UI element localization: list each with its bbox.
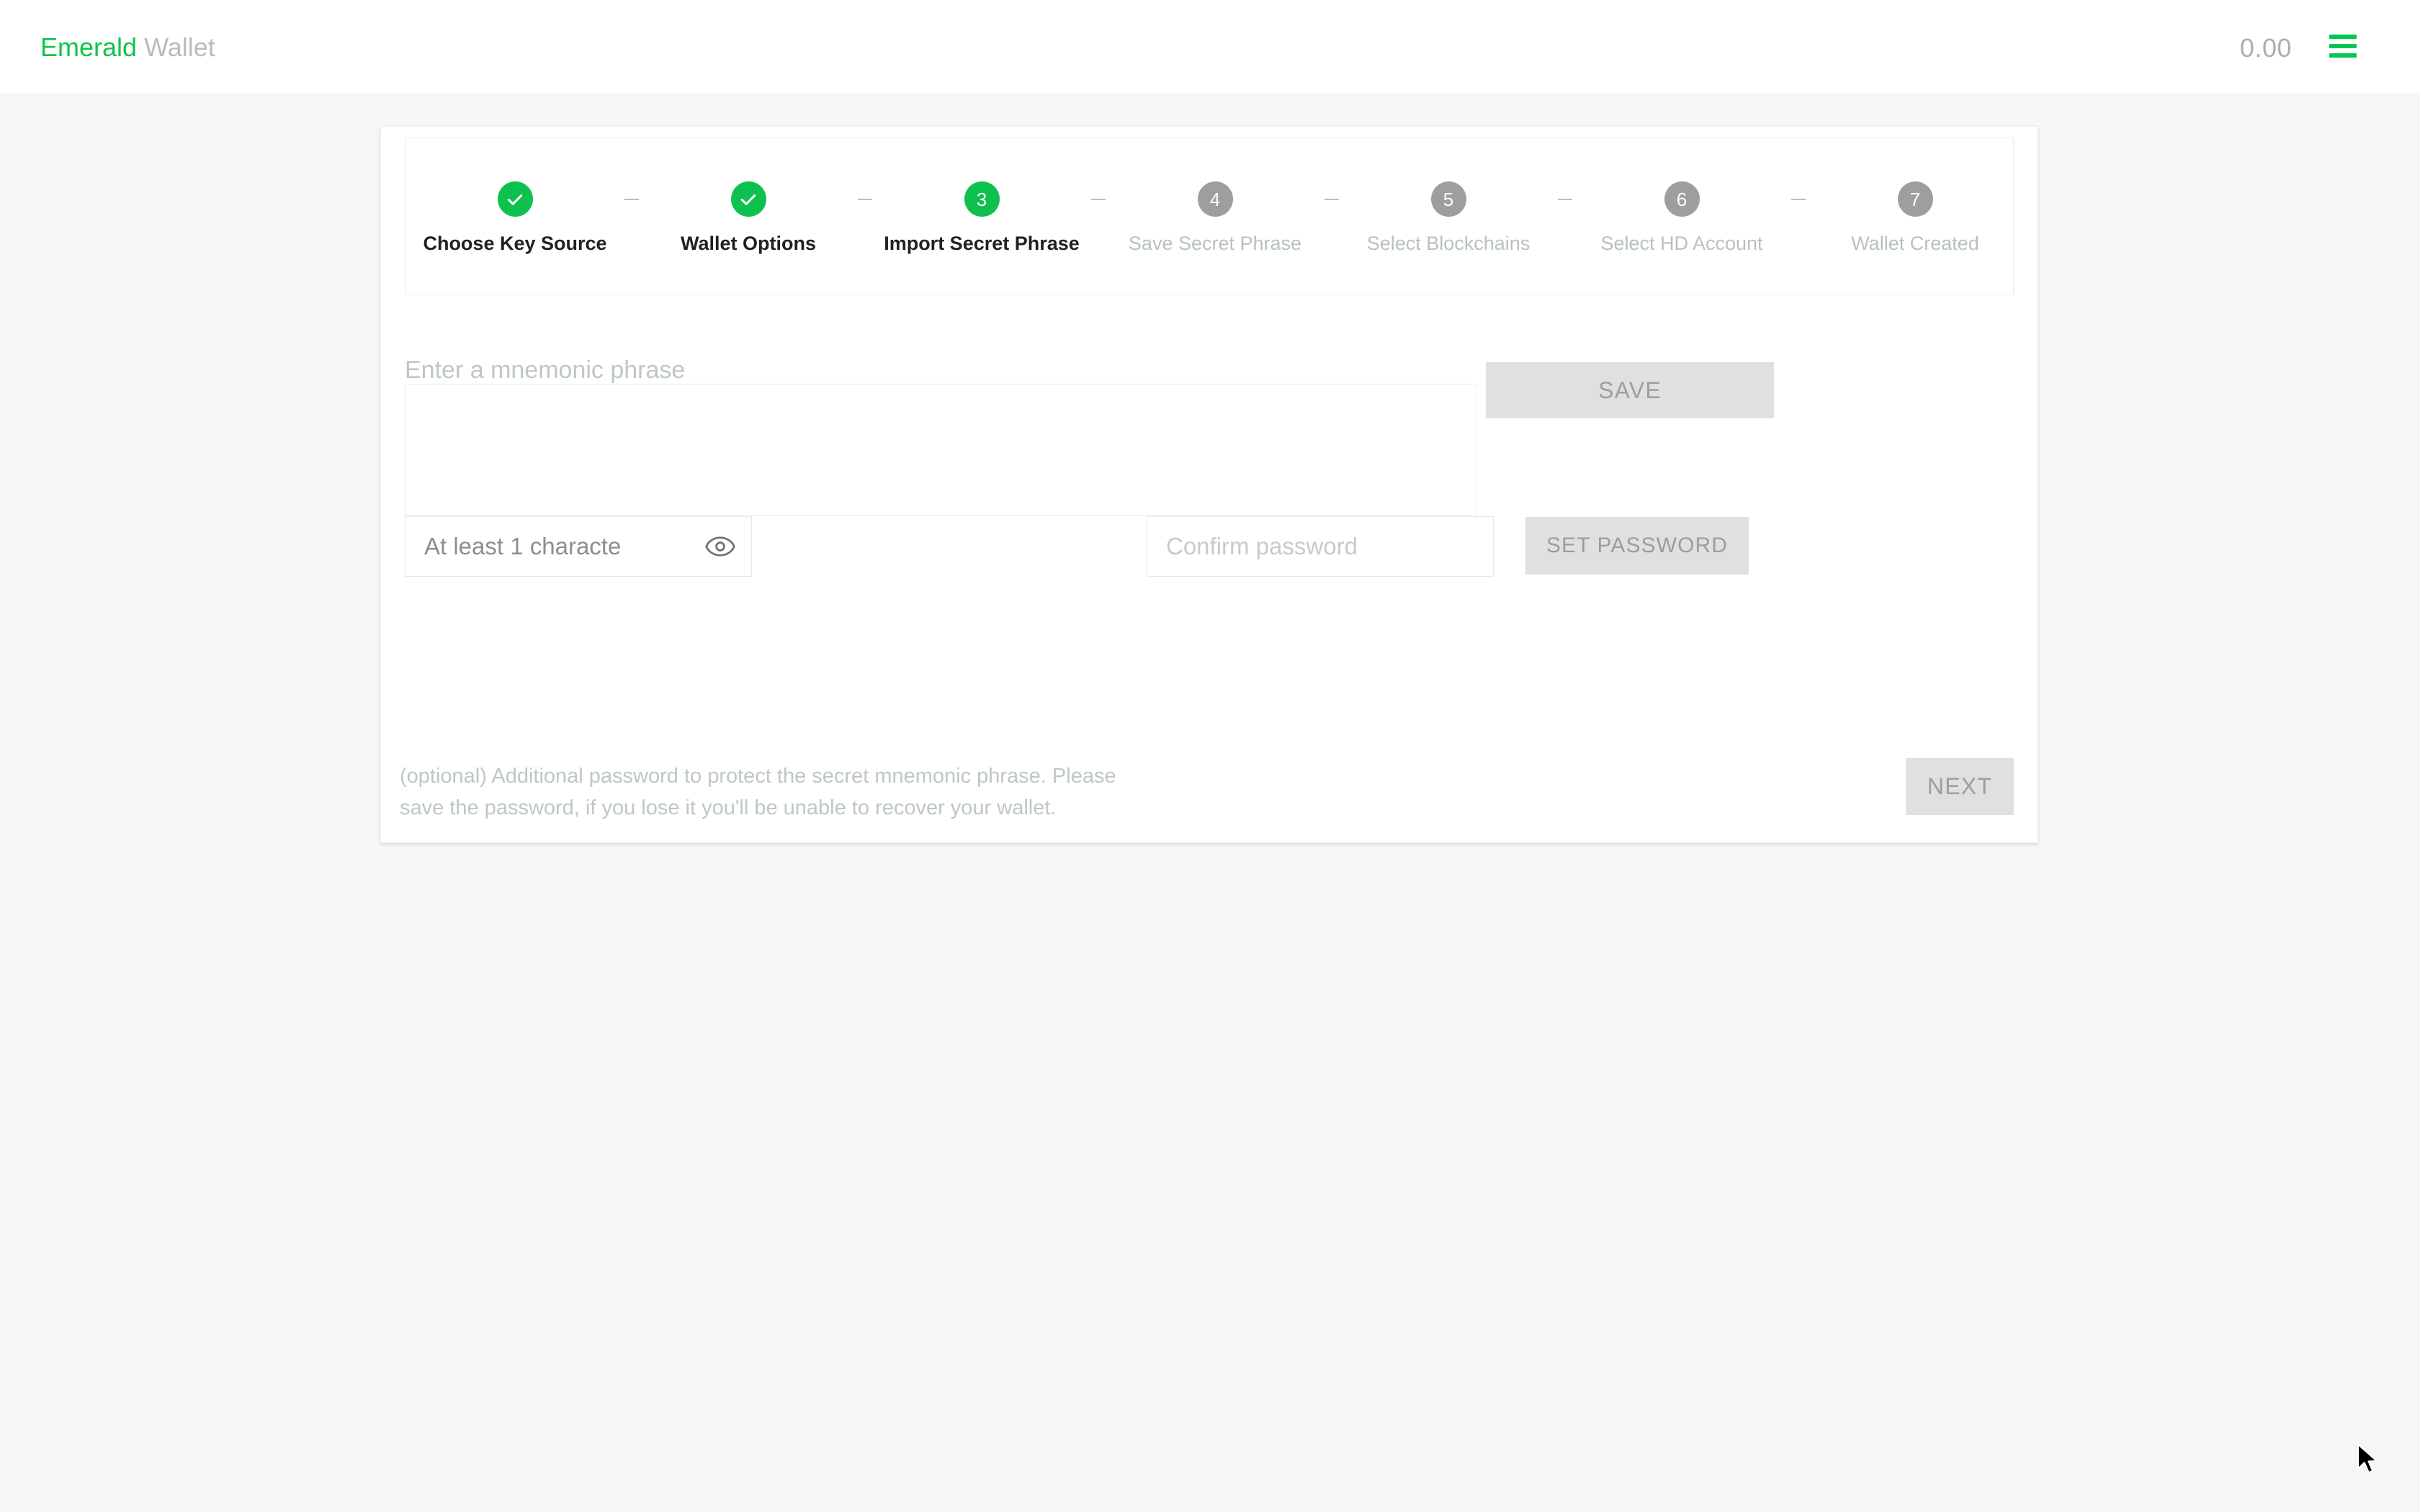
mnemonic-label: Enter a mnemonic phrase [405, 356, 685, 384]
stepper-step-7[interactable]: 7 Wallet Created [1806, 181, 2025, 255]
step-label: Wallet Options [681, 232, 816, 255]
wizard-card: Choose Key Source Wallet Options 3 Import S… [380, 126, 2038, 843]
app-header: Emerald Wallet 0.00 [0, 0, 2420, 94]
step-connector [858, 199, 872, 200]
password-input[interactable] [423, 532, 699, 561]
next-button[interactable]: NEXT [1906, 758, 2014, 815]
step-connector [1791, 199, 1806, 200]
step-connector [624, 199, 639, 200]
save-button[interactable]: SAVE [1486, 362, 1774, 418]
step-label: Select HD Account [1600, 232, 1762, 255]
password-help-text: (optional) Additional password to protec… [400, 760, 1142, 824]
stepper-step-1[interactable]: Choose Key Source [405, 181, 624, 255]
menu-bar-1 [2329, 35, 2357, 39]
stepper-container: Choose Key Source Wallet Options 3 Import S… [405, 138, 2014, 295]
step-number: 3 [964, 181, 1000, 217]
confirm-password-input[interactable] [1165, 532, 1476, 561]
step-label: Wallet Created [1851, 232, 1979, 255]
step-number: 5 [1431, 181, 1466, 217]
step-check-icon [498, 181, 533, 217]
step-label: Select Blockchains [1367, 232, 1531, 255]
step-connector [1325, 199, 1339, 200]
brand-secondary: Wallet [144, 32, 215, 62]
set-password-button[interactable]: SET PASSWORD [1525, 517, 1749, 575]
hamburger-menu-icon[interactable] [2329, 35, 2361, 60]
step-label: Choose Key Source [423, 232, 606, 255]
step-label: Import Secret Phrase [884, 232, 1080, 255]
step-number: 4 [1198, 181, 1233, 217]
stepper-step-6[interactable]: 6 Select HD Account [1572, 181, 1791, 255]
step-number: 6 [1664, 181, 1700, 217]
menu-bar-2 [2329, 44, 2357, 48]
stepper-step-2[interactable]: Wallet Options [639, 181, 858, 255]
stepper-step-5[interactable]: 5 Select Blockchains [1339, 181, 1558, 255]
step-check-icon [731, 181, 766, 217]
balance-display: 0.00 [2240, 33, 2292, 63]
eye-icon[interactable] [704, 532, 737, 561]
step-number: 7 [1898, 181, 1933, 217]
arrow-pointer-icon [2357, 1443, 2381, 1476]
step-connector [1091, 199, 1106, 200]
menu-bar-3 [2329, 53, 2357, 58]
password-field[interactable] [405, 516, 752, 577]
stepper-step-3[interactable]: 3 Import Secret Phrase [872, 181, 1091, 255]
stepper: Choose Key Source Wallet Options 3 Import S… [405, 138, 2013, 294]
step-connector [1558, 199, 1572, 200]
brand-primary: Emerald [40, 32, 137, 62]
mnemonic-input[interactable] [405, 384, 1476, 516]
step-label: Save Secret Phrase [1129, 232, 1301, 255]
app-brand[interactable]: Emerald Wallet [40, 32, 215, 63]
confirm-password-field[interactable] [1147, 516, 1494, 577]
stepper-step-4[interactable]: 4 Save Secret Phrase [1106, 181, 1325, 255]
